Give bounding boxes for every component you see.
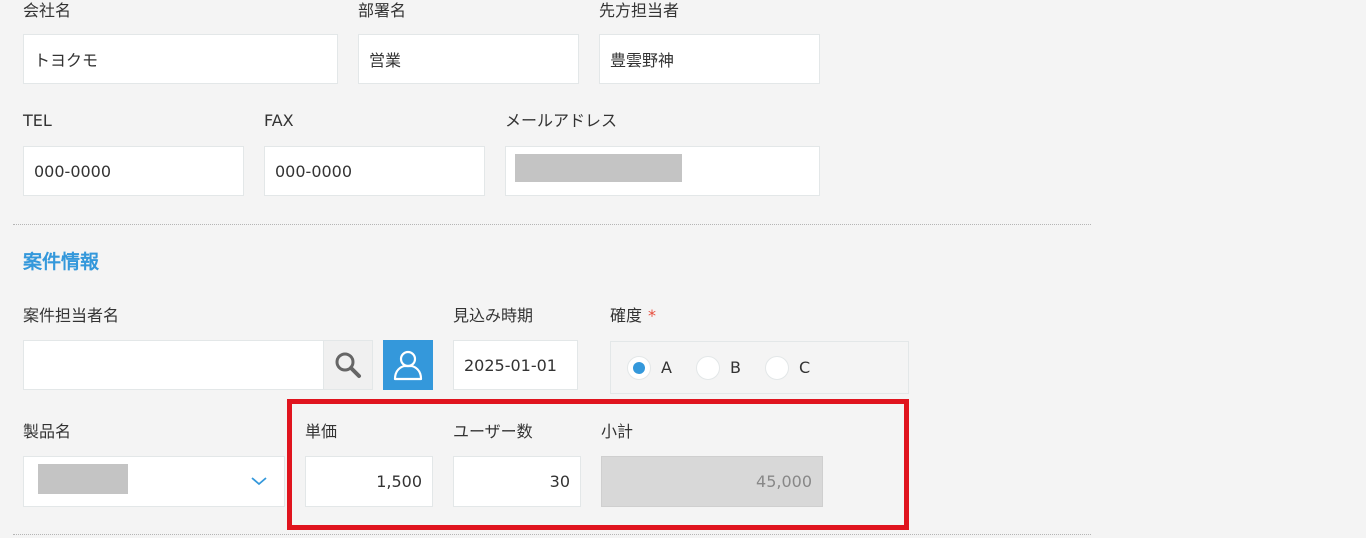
owner-field[interactable] xyxy=(23,340,324,390)
expected-label: 見込み時期 xyxy=(453,306,534,325)
email-label: メールアドレス xyxy=(505,111,618,130)
tel-field[interactable]: 000-0000 xyxy=(23,146,244,196)
radio-label: C xyxy=(798,358,811,377)
tel-label: TEL xyxy=(23,111,52,130)
radio-button[interactable] xyxy=(764,355,789,380)
section-title: 案件情報 xyxy=(23,251,100,273)
expected-date-field[interactable]: 2025-01-01 xyxy=(453,340,578,390)
email-field[interactable] xyxy=(505,146,820,196)
company-label: 会社名 xyxy=(23,1,72,20)
section-divider xyxy=(13,224,1091,225)
certainty-option-c[interactable]: C xyxy=(764,355,811,380)
certainty-option-a[interactable]: A xyxy=(627,355,672,380)
product-name-label: 製品名 xyxy=(23,422,72,441)
user-icon xyxy=(393,350,423,381)
radio-button[interactable] xyxy=(695,355,720,380)
fax-label: FAX xyxy=(264,111,294,130)
chevron-down-icon xyxy=(251,477,267,486)
owner-label: 案件担当者名 xyxy=(23,306,120,325)
product-name-select[interactable] xyxy=(23,456,285,507)
contact-label: 先方担当者 xyxy=(599,1,680,20)
company-field[interactable]: トヨクモ xyxy=(23,34,338,84)
highlight-box xyxy=(287,399,909,530)
bottom-divider xyxy=(13,534,1091,535)
certainty-option-b[interactable]: B xyxy=(695,355,741,380)
department-label: 部署名 xyxy=(358,1,407,20)
redacted-email xyxy=(515,154,682,182)
fax-field[interactable]: 000-0000 xyxy=(264,146,485,196)
contact-field[interactable]: 豊雲野神 xyxy=(599,34,820,84)
radio-button[interactable] xyxy=(627,355,651,380)
search-icon xyxy=(335,352,361,378)
certainty-radio-group: A B C xyxy=(610,341,909,394)
certainty-label: 確度 * xyxy=(610,306,656,326)
certainty-label-text: 確度 xyxy=(610,306,643,325)
required-mark: * xyxy=(648,306,657,325)
user-search-button[interactable] xyxy=(323,340,373,390)
department-field[interactable]: 営業 xyxy=(358,34,579,84)
radio-label: B xyxy=(729,358,741,377)
select-user-button[interactable] xyxy=(383,340,433,390)
redacted-product xyxy=(38,464,128,494)
radio-label: A xyxy=(661,358,672,377)
